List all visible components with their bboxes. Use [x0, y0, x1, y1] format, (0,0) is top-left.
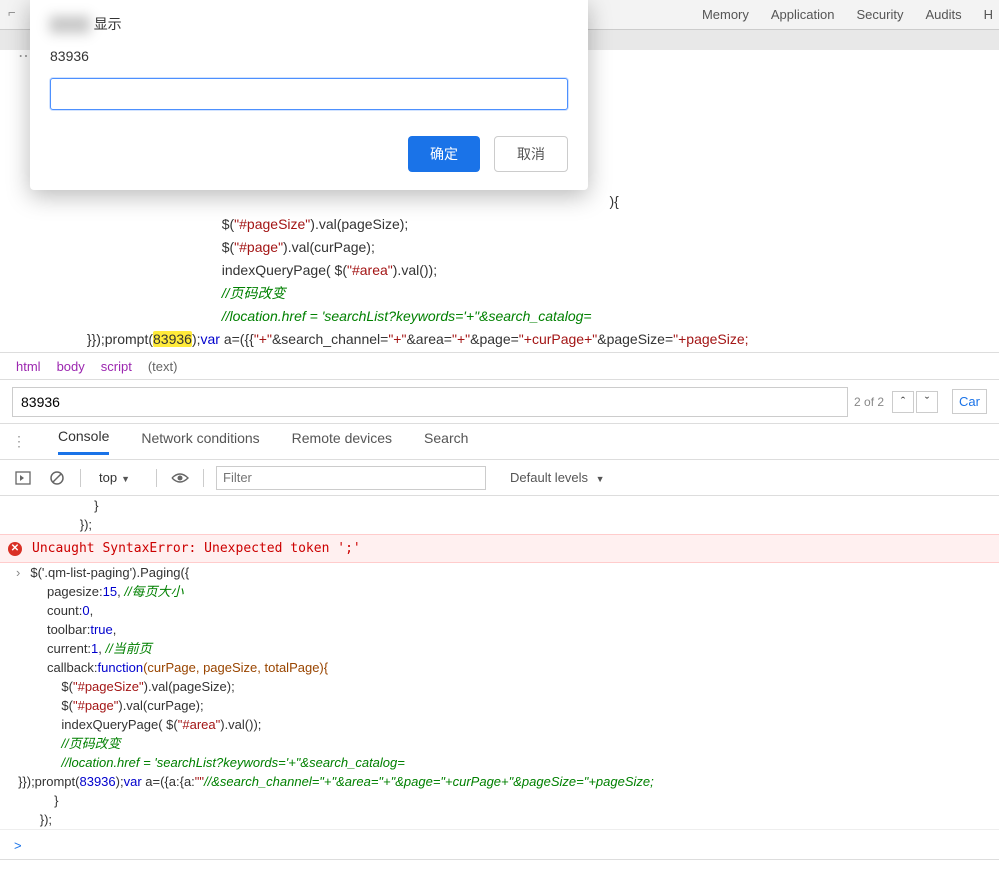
tab-network-conditions[interactable]: Network conditions — [141, 430, 259, 454]
console-line: } — [0, 496, 999, 515]
error-icon: ✕ — [8, 542, 22, 556]
dialog-input[interactable] — [50, 78, 568, 110]
find-cancel-button[interactable]: Car — [952, 389, 987, 414]
eye-icon[interactable] — [169, 467, 191, 489]
separator — [203, 469, 204, 487]
context-selector[interactable]: top▼ — [93, 467, 144, 488]
clear-console-icon[interactable] — [46, 467, 68, 489]
chevron-up-icon: ˆ — [901, 394, 905, 409]
toggle-console-icon[interactable] — [12, 467, 34, 489]
crumb-html[interactable]: html — [16, 359, 41, 374]
find-count: 2 of 2 — [854, 395, 884, 409]
source-code[interactable]: ){ $("#pageSize").val(pageSize); $("#pag… — [0, 190, 999, 350]
console-line: }); — [0, 515, 999, 534]
error-text: Uncaught SyntaxError: Unexpected token '… — [32, 539, 361, 558]
tab-search[interactable]: Search — [424, 430, 468, 454]
tab-console[interactable]: Console — [58, 428, 109, 455]
prompt-dialog: ████显示 83936 确定 取消 — [30, 0, 588, 190]
drawer-tabs: ⋮ Console Network conditions Remote devi… — [0, 424, 999, 460]
chevron-right-icon[interactable]: › — [0, 563, 30, 582]
drawer-more-icon[interactable]: ⋮ — [12, 433, 26, 450]
chevron-down-icon: ▼ — [121, 474, 130, 484]
dialog-message: 83936 — [50, 48, 568, 64]
separator — [80, 469, 81, 487]
console-toolbar: top▼ Default levels ▼ — [0, 460, 999, 496]
console-line: ›$('.qm-list-paging').Paging({ pagesize:… — [0, 563, 999, 829]
find-bar: 2 of 2 ˆ ˇ Car — [0, 380, 999, 424]
device-icon: ⌐ — [8, 5, 16, 20]
crumb-script[interactable]: script — [101, 359, 132, 374]
chevron-down-icon: ▼ — [596, 474, 605, 484]
separator — [156, 469, 157, 487]
tab-security[interactable]: Security — [857, 7, 904, 22]
cancel-button[interactable]: 取消 — [494, 136, 568, 172]
tab-audits[interactable]: Audits — [925, 7, 961, 22]
ok-button[interactable]: 确定 — [408, 136, 480, 172]
crumb-body[interactable]: body — [57, 359, 85, 374]
console-prompt[interactable]: > — [0, 829, 999, 860]
tab-remote-devices[interactable]: Remote devices — [292, 430, 392, 454]
tab-memory[interactable]: Memory — [702, 7, 749, 22]
tab-more[interactable]: H — [984, 7, 993, 22]
console-output[interactable]: } }); ✕ Uncaught SyntaxError: Unexpected t… — [0, 496, 999, 860]
dialog-buttons: 确定 取消 — [50, 136, 568, 172]
chevron-down-icon: ˇ — [925, 394, 929, 409]
filter-input[interactable] — [216, 466, 486, 490]
find-input[interactable] — [12, 387, 848, 417]
find-prev-button[interactable]: ˆ — [892, 391, 914, 413]
tab-application[interactable]: Application — [771, 7, 835, 22]
dialog-title: ████显示 — [50, 14, 568, 34]
find-next-button[interactable]: ˇ — [916, 391, 938, 413]
breadcrumb: html body script (text) — [0, 352, 999, 380]
log-levels-selector[interactable]: Default levels ▼ — [510, 470, 605, 485]
console-error[interactable]: ✕ Uncaught SyntaxError: Unexpected token … — [0, 534, 999, 563]
crumb-text[interactable]: (text) — [148, 359, 178, 374]
